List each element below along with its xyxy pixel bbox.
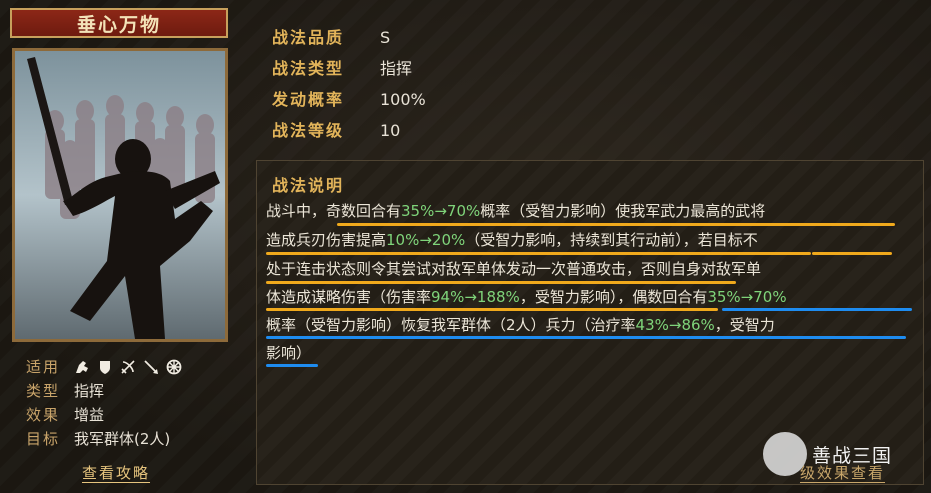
watermark-avatar [763,432,807,476]
stat-value: 100% [380,90,426,109]
effect-label: 效果 [26,406,61,424]
stat-key: 战法等级 [272,121,345,140]
stat-value: 指挥 [380,59,413,78]
skill-title-banner: 垂心万物 [10,8,228,38]
stat-key: 战法类型 [272,59,345,78]
bow-icon [120,359,136,375]
highlight-underline-yellow [266,308,718,311]
cavalry-icon [74,359,90,375]
description-title: 战法说明 [272,176,345,195]
stat-row-level: 战法等级 10 [272,118,400,144]
description-text: 造成兵刃伤害提高 [266,231,387,249]
highlight-underline-blue [722,308,912,311]
description-line: 体造成谋略伤害（伤害率94%→188%，受智力影响），偶数回合有35%→70% [266,286,787,308]
stat-key: 战法品质 [272,28,345,47]
skill-portrait [12,48,228,342]
highlight-underline-yellow [812,252,892,255]
description-text: 影响） [266,344,312,362]
applicable-row: 适用 [26,357,182,377]
description-text: 战斗中，奇数回合有 [266,202,402,220]
stat-value: 10 [380,121,401,140]
target-value: 我军群体(2人) [74,430,171,448]
general-silhouette-image [15,51,225,339]
description-text: ，受智力影响），偶数回合有 [519,288,708,306]
type-value: 指挥 [74,382,105,400]
type-label: 类型 [26,382,61,400]
description-text: 概率（受智力影响）使我军武力最高的武将 [480,202,766,220]
view-strategy-link[interactable]: 查看攻略 [82,462,150,483]
highlight-underline-yellow [266,252,811,255]
description-text: 体造成谋略伤害（伤害率 [266,288,432,306]
highlight-underline-yellow [337,223,895,226]
description-text: ，受智力 [714,316,775,334]
stat-row-rate: 发动概率 100% [272,87,426,113]
stat-key: 发动概率 [272,90,345,109]
description-text: 概率（受智力影响）恢复我军群体（2人）兵力（治疗率 [266,316,636,334]
target-label: 目标 [26,430,61,448]
value-highlight: 94%→188% [431,288,520,306]
skill-name: 垂心万物 [76,13,161,36]
stat-row-type: 战法类型 指挥 [272,56,412,82]
value-highlight: 10%→20% [386,231,466,249]
highlight-underline-blue [266,336,906,339]
wheel-icon [166,359,182,375]
effect-value: 增益 [74,406,105,424]
effect-row: 效果 增益 [26,405,104,425]
shield-icon [97,359,113,375]
highlight-underline-yellow [266,281,736,284]
type-row: 类型 指挥 [26,381,104,401]
applicable-label: 适用 [26,358,61,376]
description-line: 概率（受智力影响）恢复我军群体（2人）兵力（治疗率43%→86%，受智力 [266,314,775,336]
description-line: 处于连击状态则令其尝试对敌军单体发动一次普通攻击，否则自身对敌军单 [266,258,761,280]
value-highlight: 43%→86% [635,316,715,334]
description-line: 战斗中，奇数回合有35%→70%概率（受智力影响）使我军武力最高的武将 [266,200,765,222]
target-row: 目标 我军群体(2人) [26,429,170,449]
watermark-text: 善战三国 [812,445,893,467]
description-line: 造成兵刃伤害提高10%→20%（受智力影响，持续到其行动前），若目标不 [266,229,758,251]
applicable-icons [74,357,182,377]
stat-value: S [380,28,391,47]
value-highlight: 35%→70% [707,288,787,306]
highlight-underline-blue [266,364,318,367]
description-text: （受智力影响，持续到其行动前），若目标不 [465,231,758,249]
stat-row-quality: 战法品质 S [272,25,390,51]
spear-icon [143,359,159,375]
description-text: 处于连击状态则令其尝试对敌军单体发动一次普通攻击，否则自身对敌军单 [266,260,762,278]
description-line: 影响） [266,342,311,364]
value-highlight: 35%→70% [401,202,481,220]
